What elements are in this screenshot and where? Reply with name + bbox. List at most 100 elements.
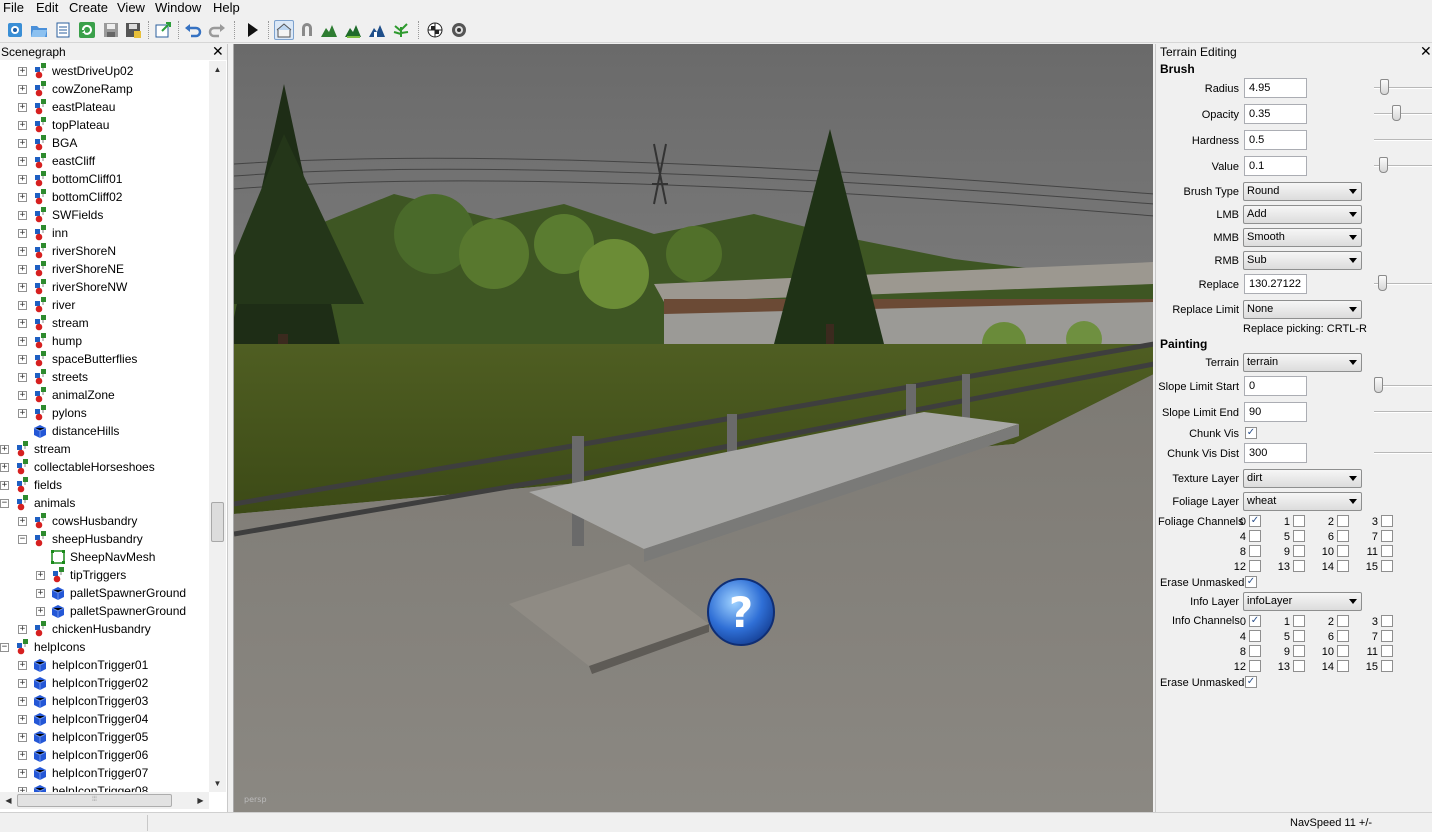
new-scene-icon[interactable] xyxy=(6,21,24,39)
expand-icon[interactable]: + xyxy=(18,247,27,256)
tree-node[interactable]: + bottomCliff01 xyxy=(0,170,209,188)
tree-node[interactable]: + riverShoreNW xyxy=(0,278,209,296)
tree-node[interactable]: + cowsHusbandry xyxy=(0,512,209,530)
expand-icon[interactable]: + xyxy=(18,175,27,184)
foliage-channel-checkbox[interactable] xyxy=(1337,515,1349,527)
tree-node[interactable]: + helpIconTrigger05 xyxy=(0,728,209,746)
erase-unmasked-2-checkbox[interactable]: ✓ xyxy=(1245,676,1257,688)
camera-settings-icon[interactable] xyxy=(450,21,468,39)
texture-layer-select[interactable]: dirt xyxy=(1243,469,1362,488)
lmb-select[interactable]: Add xyxy=(1243,205,1362,224)
select-mode-icon[interactable] xyxy=(274,20,294,40)
menu-edit[interactable]: Edit xyxy=(36,0,58,16)
tree-node[interactable]: + riverShoreNE xyxy=(0,260,209,278)
expand-icon[interactable]: + xyxy=(18,661,27,670)
redo-icon[interactable] xyxy=(208,21,226,39)
tree-node[interactable]: − helpIcons xyxy=(0,638,209,656)
erase-unmasked-checkbox[interactable]: ✓ xyxy=(1245,576,1257,588)
foliage-icon[interactable] xyxy=(392,21,410,39)
tree-node[interactable]: − animals xyxy=(0,494,209,512)
tree-node[interactable]: + stream xyxy=(0,440,209,458)
expand-icon[interactable]: + xyxy=(18,355,27,364)
info-channel-checkbox[interactable] xyxy=(1293,660,1305,672)
refresh-icon[interactable] xyxy=(78,21,96,39)
tree-node[interactable]: + palletSpawnerGround xyxy=(0,602,209,620)
foliage-channel-checkbox[interactable] xyxy=(1249,545,1261,557)
expand-icon[interactable]: + xyxy=(18,319,27,328)
chunk-vis-dist-input[interactable]: 300 xyxy=(1244,443,1307,463)
tree-node[interactable]: SheepNavMesh xyxy=(0,548,209,566)
foliage-channel-checkbox[interactable] xyxy=(1337,530,1349,542)
info-channel-checkbox[interactable] xyxy=(1381,615,1393,627)
foliage-channel-checkbox[interactable] xyxy=(1381,530,1393,542)
tree-node[interactable]: + fields xyxy=(0,476,209,494)
scenegraph-horizontal-scrollbar[interactable]: ◀ ⦙⦙⦙ ▶ xyxy=(0,792,209,809)
expand-icon[interactable]: + xyxy=(0,463,9,472)
open-icon[interactable] xyxy=(30,21,48,39)
tree-node[interactable]: + animalZone xyxy=(0,386,209,404)
opacity-slider-knob[interactable] xyxy=(1391,105,1401,121)
foliage-channel-checkbox[interactable] xyxy=(1293,560,1305,572)
expand-icon[interactable]: + xyxy=(18,193,27,202)
info-channel-checkbox[interactable] xyxy=(1249,660,1261,672)
tree-node[interactable]: + BGA xyxy=(0,134,209,152)
tree-node[interactable]: + helpIconTrigger01 xyxy=(0,656,209,674)
slope-limit-start-input[interactable]: 0 xyxy=(1244,376,1307,396)
export-icon[interactable] xyxy=(154,21,172,39)
info-channel-checkbox[interactable] xyxy=(1381,660,1393,672)
foliage-channel-checkbox[interactable] xyxy=(1293,515,1305,527)
replace-input[interactable]: 130.27122 xyxy=(1244,274,1307,294)
info-channel-checkbox[interactable] xyxy=(1293,630,1305,642)
expand-icon[interactable]: + xyxy=(18,67,27,76)
expand-icon[interactable]: + xyxy=(36,589,45,598)
radius-input[interactable]: 4.95 xyxy=(1244,78,1307,98)
foliage-channel-checkbox[interactable] xyxy=(1249,530,1261,542)
collapse-icon[interactable]: − xyxy=(0,643,9,652)
expand-icon[interactable]: + xyxy=(18,103,27,112)
collapse-icon[interactable]: − xyxy=(18,535,27,544)
radius-slider-knob[interactable] xyxy=(1379,79,1389,95)
slope-limit-start-knob[interactable] xyxy=(1374,377,1383,393)
expand-icon[interactable]: + xyxy=(18,337,27,346)
expand-icon[interactable]: + xyxy=(18,139,27,148)
save-as-icon[interactable] xyxy=(124,21,142,39)
tree-node[interactable]: + helpIconTrigger04 xyxy=(0,710,209,728)
info-channel-checkbox[interactable] xyxy=(1381,630,1393,642)
expand-icon[interactable]: + xyxy=(18,517,27,526)
rmb-select[interactable]: Sub xyxy=(1243,251,1362,270)
menu-view[interactable]: View xyxy=(117,0,145,16)
tree-node[interactable]: distanceHills xyxy=(0,422,209,440)
menu-create[interactable]: Create xyxy=(69,0,108,16)
3d-viewport[interactable]: ? persp xyxy=(233,44,1153,812)
expand-icon[interactable]: + xyxy=(18,85,27,94)
tree-node[interactable]: − sheepHusbandry xyxy=(0,530,209,548)
scroll-right-icon[interactable]: ▶ xyxy=(192,792,209,809)
value-input[interactable]: 0.1 xyxy=(1244,156,1307,176)
info-channel-checkbox[interactable] xyxy=(1337,645,1349,657)
tree-node[interactable]: + palletSpawnerGround xyxy=(0,584,209,602)
tree-node[interactable]: + helpIconTrigger03 xyxy=(0,692,209,710)
hardness-input[interactable]: 0.5 xyxy=(1244,130,1307,150)
menu-file[interactable]: File xyxy=(3,0,24,16)
expand-icon[interactable]: + xyxy=(18,409,27,418)
menu-help[interactable]: Help xyxy=(213,0,240,16)
terrain-sculpt-icon[interactable] xyxy=(320,21,338,39)
expand-icon[interactable]: + xyxy=(36,607,45,616)
expand-icon[interactable]: + xyxy=(18,157,27,166)
replace-limit-select[interactable]: None xyxy=(1243,300,1362,319)
opacity-input[interactable]: 0.35 xyxy=(1244,104,1307,124)
tree-node[interactable]: + bottomCliff02 xyxy=(0,188,209,206)
tree-node[interactable]: + spaceButterflies xyxy=(0,350,209,368)
tree-node[interactable]: + river xyxy=(0,296,209,314)
foliage-channel-checkbox[interactable] xyxy=(1337,560,1349,572)
hardness-slider[interactable] xyxy=(1374,139,1432,141)
tree-node[interactable]: + chickenHusbandry xyxy=(0,620,209,638)
slope-limit-end-slider[interactable] xyxy=(1374,411,1432,413)
brush-type-select[interactable]: Round xyxy=(1243,182,1362,201)
expand-icon[interactable]: + xyxy=(0,445,9,454)
expand-icon[interactable]: + xyxy=(18,229,27,238)
scroll-thumb-h[interactable]: ⦙⦙⦙ xyxy=(17,794,172,807)
tree-node[interactable]: + collectableHorseshoes xyxy=(0,458,209,476)
collapse-icon[interactable]: − xyxy=(0,499,9,508)
tree-node[interactable]: + tipTriggers xyxy=(0,566,209,584)
